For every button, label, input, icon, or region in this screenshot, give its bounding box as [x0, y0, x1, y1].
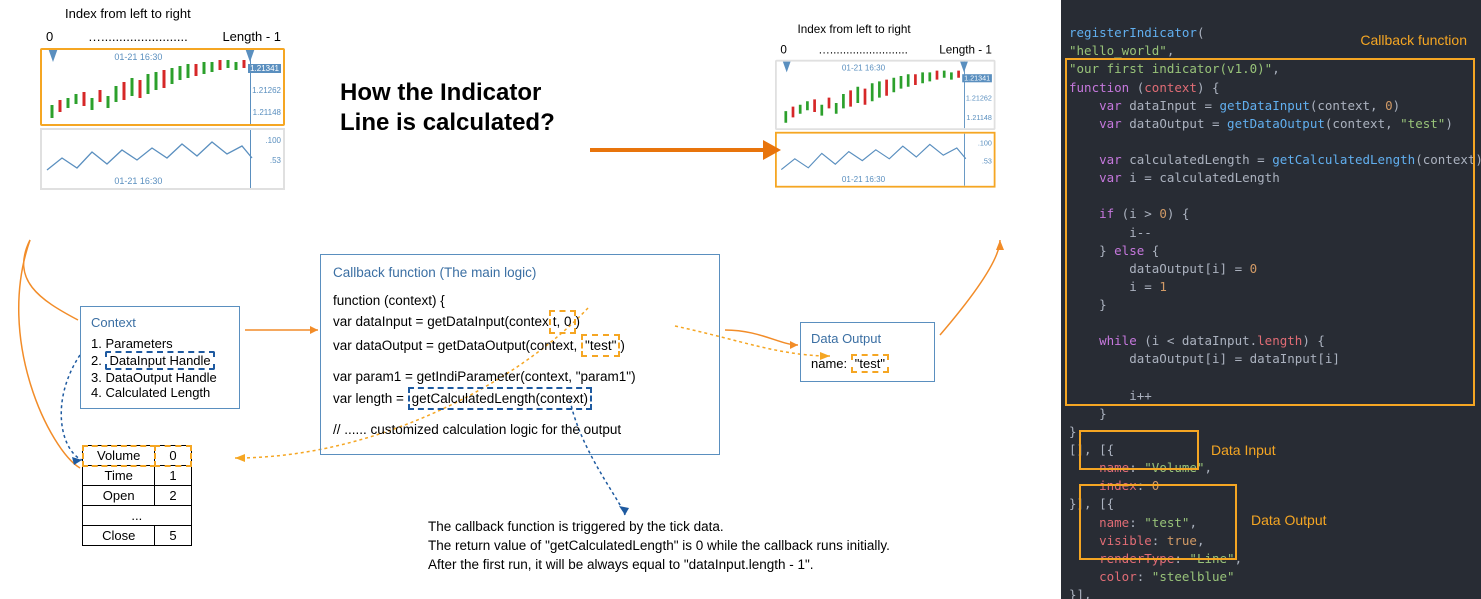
right-chart-thumb: Index from left to right 0 …............… [775, 22, 996, 188]
context-title: Context [91, 315, 229, 330]
code-line: // ...... customized calculation logic f… [333, 420, 707, 440]
price-chart-right: 01-21 16:30 1.21341 1.21262 1.21148 [775, 60, 996, 130]
code-line: function (context) { [333, 291, 707, 311]
data-output-title: Data Output [811, 331, 924, 346]
callback-highlight-box [1065, 58, 1475, 406]
code-line: var dataOutput = getDataOutput(context, … [333, 334, 707, 358]
range-end-right: Length - 1 [939, 43, 992, 57]
ctx-item: Parameters [105, 336, 172, 351]
footnote: The callback function is triggered by th… [428, 518, 1008, 575]
calc-length-call: getCalculatedLength(context) [408, 387, 592, 411]
data-output-box: Data Output name: "test" [800, 322, 935, 382]
code-line: var dataInput = getDataInput(context, 0) [333, 310, 707, 334]
datainput-handle-table: Volume 0 Time1 Open2 ... Close5 [82, 445, 192, 546]
range-dots-left: …........................ [88, 29, 188, 44]
footnote-line: The return value of "getCalculatedLength… [428, 537, 1008, 556]
dataoutput-highlight-box [1079, 484, 1237, 560]
datainput-highlight-box [1079, 430, 1199, 470]
ctx-item: Calculated Length [105, 385, 210, 400]
table-row: Close5 [83, 526, 192, 546]
footnote-line: After the first run, it will be always e… [428, 556, 1008, 575]
diagram-heading: How the Indicator Line is calculated? [340, 78, 555, 138]
data-output-name-row: name: "test" [811, 354, 924, 373]
handle-name: Volume [83, 446, 155, 466]
index-label-right: Index from left to right [798, 22, 996, 36]
indicator-chart-left: .100 .53 01-21 16:30 [40, 128, 285, 190]
index-label-left: Index from left to right [65, 6, 285, 21]
indicator-chart-right: .100 .53 01-21 16:30 [775, 132, 996, 188]
dataoutput-arg: "test" [581, 334, 620, 358]
heading-line2: Line is calculated? [340, 108, 555, 138]
heading-line1: How the Indicator [340, 78, 555, 108]
datainput-highlight-label: Data Input [1211, 440, 1276, 460]
big-arrow-icon [590, 148, 765, 152]
handle-index: 0 [155, 446, 191, 466]
table-row: ... [83, 506, 192, 526]
callback-highlight-label: Callback function [1360, 30, 1467, 50]
code-line: var param1 = getIndiParameter(context, "… [333, 367, 707, 387]
left-chart-thumb: Index from left to right 0 …............… [40, 6, 285, 190]
footnote-line: The callback function is triggered by th… [428, 518, 1008, 537]
price-chart-left: 01-21 16:30 1.21341 1.21262 1.21148 [40, 48, 285, 126]
ctx-datainput-handle: DataInput Handle [105, 351, 214, 370]
ctx-item: DataOutput Handle [105, 370, 216, 385]
table-row: Open2 [83, 486, 192, 506]
datainput-arg: t, 0 [549, 310, 576, 334]
code-panel: registerIndicator( "hello_world", "our f… [1061, 0, 1481, 599]
callback-title: Callback function (The main logic) [333, 263, 707, 283]
callback-box: Callback function (The main logic) funct… [320, 254, 720, 455]
dataoutput-highlight-label: Data Output [1251, 510, 1327, 530]
table-row: Volume 0 [83, 446, 192, 466]
range-start-right: 0 [780, 43, 787, 57]
range-dots-right: …........................ [818, 43, 908, 57]
callback-code: function (context) { var dataInput = get… [333, 291, 707, 440]
range-start-left: 0 [46, 29, 53, 44]
code-line: var length = getCalculatedLength(context… [333, 387, 707, 411]
context-box: Context 1. Parameters 2. DataInput Handl… [80, 306, 240, 409]
table-row: Time1 [83, 466, 192, 486]
range-end-left: Length - 1 [222, 29, 281, 44]
data-output-name-val: "test" [851, 354, 889, 373]
